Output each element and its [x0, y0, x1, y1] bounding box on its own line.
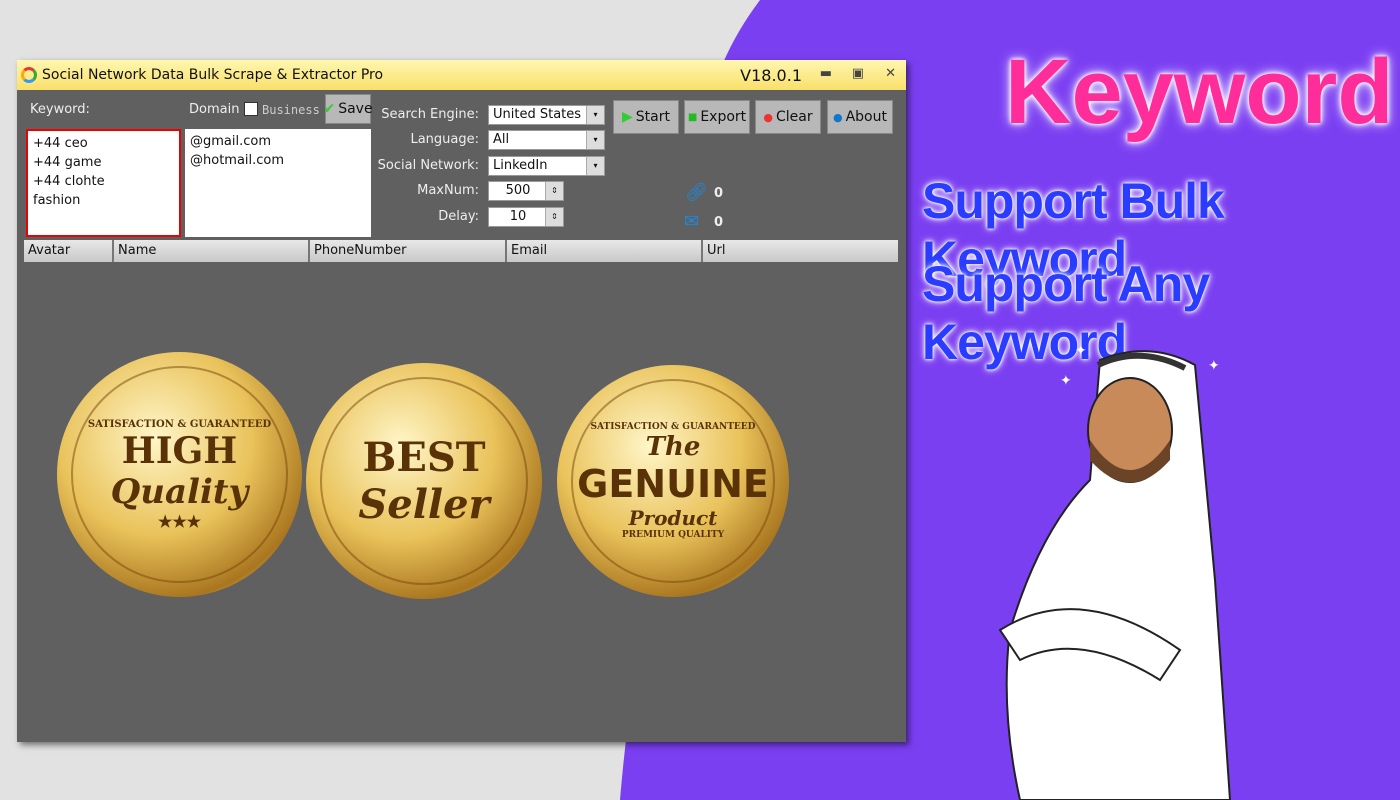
keyword-label: Keyword:: [30, 102, 90, 117]
link-count: 0: [714, 186, 724, 201]
stepper-arrows-icon[interactable]: ⇕: [545, 182, 563, 200]
column-avatar[interactable]: Avatar: [24, 240, 114, 262]
business-checkbox[interactable]: [244, 102, 258, 116]
start-label: Start: [635, 109, 670, 125]
clear-icon: ●: [763, 110, 773, 124]
app-window: Social Network Data Bulk Scrape & Extrac…: [17, 60, 906, 742]
svg-text:✦: ✦: [1075, 343, 1087, 359]
email-icon: ✉: [684, 211, 700, 232]
genuine-product-badge: SATISFACTION & GUARANTEED The GENUINE Pr…: [557, 365, 789, 597]
delay-stepper[interactable]: 10 ⇕: [488, 207, 564, 227]
version-label: V18.0.1: [740, 66, 802, 85]
export-button[interactable]: ■ Export: [684, 100, 750, 134]
dropdown-arrow-icon[interactable]: ▾: [586, 106, 604, 124]
app-logo-icon: [21, 67, 37, 83]
language-value: All: [493, 132, 510, 147]
dropdown-arrow-icon[interactable]: ▾: [586, 131, 604, 149]
column-phone[interactable]: PhoneNumber: [310, 240, 507, 262]
maxnum-stepper[interactable]: 500 ⇕: [488, 181, 564, 201]
info-icon: ●: [832, 110, 843, 124]
save-button[interactable]: ✔ Save: [323, 94, 373, 124]
search-engine-select[interactable]: United States ▾: [488, 105, 605, 125]
language-label: Language:: [410, 132, 479, 147]
social-network-select[interactable]: LinkedIn ▾: [488, 156, 605, 176]
about-label: About: [845, 109, 887, 125]
check-icon: ✔: [323, 101, 336, 117]
high-quality-badge: SATISFACTION & GUARANTEED HIGH Quality ★…: [57, 352, 302, 597]
save-label: Save: [338, 101, 373, 117]
clear-label: Clear: [775, 109, 813, 125]
keyword-input[interactable]: +44 ceo +44 game +44 clohte fashion: [26, 129, 181, 237]
svg-text:✦: ✦: [1208, 358, 1220, 374]
business-label: Business: [262, 103, 320, 117]
export-label: Export: [700, 109, 747, 125]
search-engine-label: Search Engine:: [381, 107, 479, 122]
email-count: 0: [714, 215, 724, 230]
maxnum-label: MaxNum:: [417, 183, 479, 198]
column-name[interactable]: Name: [114, 240, 310, 262]
dropdown-arrow-icon[interactable]: ▾: [586, 157, 604, 175]
delay-value: 10: [509, 209, 527, 224]
delay-label: Delay:: [438, 209, 479, 224]
man-illustration: ✦✦✦: [998, 343, 1232, 800]
export-icon: ■: [687, 111, 698, 123]
link-icon: 🔗︎: [685, 182, 708, 203]
title-bar: Social Network Data Bulk Scrape & Extrac…: [17, 60, 906, 90]
maximize-button[interactable]: ▣: [852, 66, 864, 81]
promo-headline: Keyword: [1005, 41, 1394, 143]
stepper-arrows-icon[interactable]: ⇕: [545, 208, 563, 226]
domain-label: Domain: [189, 102, 240, 117]
social-network-label: Social Network:: [377, 158, 479, 173]
svg-text:✦: ✦: [1060, 373, 1072, 389]
column-email[interactable]: Email: [507, 240, 703, 262]
about-button[interactable]: ● About: [827, 100, 893, 134]
minimize-button[interactable]: ▬: [820, 66, 832, 81]
column-url[interactable]: Url: [703, 240, 898, 262]
language-select[interactable]: All ▾: [488, 130, 605, 150]
window-title: Social Network Data Bulk Scrape & Extrac…: [42, 67, 384, 83]
play-icon: ▶: [622, 109, 633, 125]
clear-button[interactable]: ● Clear: [755, 100, 821, 134]
best-seller-badge: BEST Seller: [306, 363, 542, 599]
domain-input[interactable]: @gmail.com @hotmail.com: [185, 129, 371, 237]
start-button[interactable]: ▶ Start: [613, 100, 679, 134]
search-engine-value: United States: [493, 107, 582, 122]
social-network-value: LinkedIn: [493, 158, 548, 173]
close-button[interactable]: ✕: [885, 66, 896, 81]
results-table-header: Avatar Name PhoneNumber Email Url: [24, 240, 898, 262]
maxnum-value: 500: [505, 183, 531, 198]
